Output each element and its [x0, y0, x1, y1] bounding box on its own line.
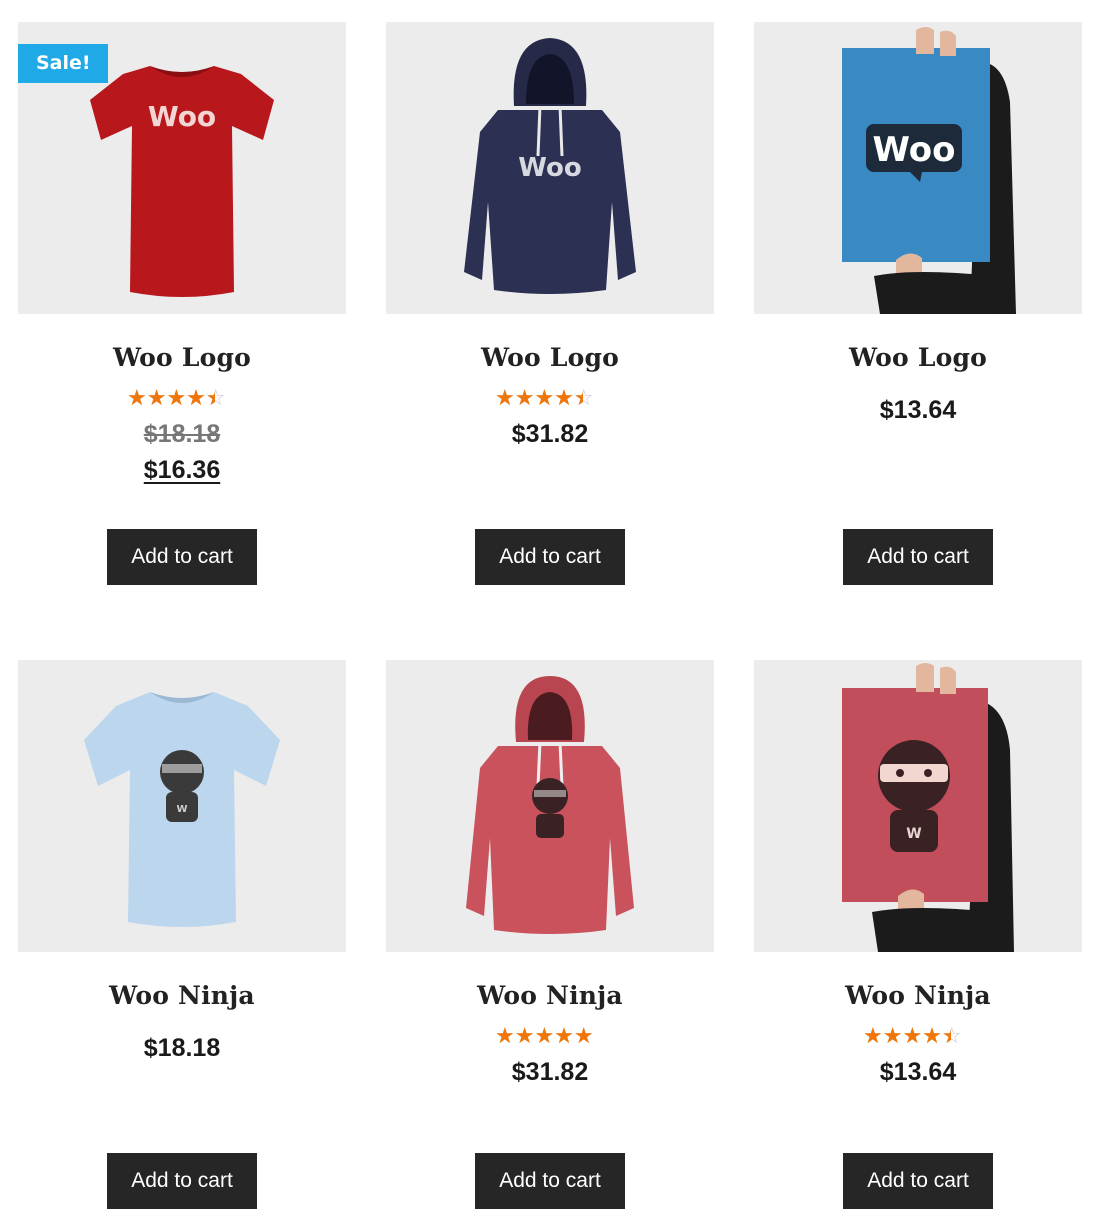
sale-badge: Sale!: [18, 44, 108, 83]
product-image[interactable]: W: [18, 660, 346, 952]
product-image[interactable]: W: [754, 660, 1082, 952]
svg-text:Woo: Woo: [518, 153, 581, 183]
star-rating: ☆☆☆☆☆ ★★★★★: [863, 1023, 962, 1048]
add-to-cart-button[interactable]: Add to cart: [475, 1153, 625, 1209]
add-to-cart-button[interactable]: Add to cart: [843, 529, 993, 585]
svg-text:Woo: Woo: [872, 130, 955, 170]
original-price: $18.18: [143, 420, 221, 448]
product-title[interactable]: Woo Ninja: [754, 980, 1082, 1012]
price: $31.82: [511, 1058, 589, 1086]
product-title[interactable]: Woo Ninja: [18, 980, 346, 1012]
product-image[interactable]: [386, 660, 714, 952]
price: $13.64: [879, 396, 957, 424]
product-card: Woo Woo Logo ☆☆☆☆☆ ★★★★★ $31.82 Add to c…: [386, 22, 714, 592]
product-card: Sale! Woo Woo Logo ☆☆☆☆☆ ★★★★★ $18.18 $1…: [18, 22, 346, 592]
product-card: Woo Woo Logo $13.64 Add to cart: [754, 22, 1082, 592]
product-image[interactable]: Woo: [754, 22, 1082, 314]
product-card: Woo Ninja ☆☆☆☆☆ ★★★★★ $31.82 Add to cart: [386, 660, 714, 1223]
red-poster-image: W: [842, 663, 1014, 952]
star-rating: ☆☆☆☆☆ ★★★★★: [495, 385, 594, 410]
star-rating: ☆☆☆☆☆ ★★★★★: [495, 1023, 594, 1048]
price: $13.64: [879, 1058, 957, 1086]
red-hoodie-image: [466, 676, 634, 934]
star-rating: ☆☆☆☆☆ ★★★★★: [127, 385, 226, 410]
svg-text:Woo: Woo: [148, 100, 216, 133]
product-title[interactable]: Woo Ninja: [386, 980, 714, 1012]
product-image[interactable]: Woo: [386, 22, 714, 314]
add-to-cart-button[interactable]: Add to cart: [107, 1153, 257, 1209]
product-card: W Woo Ninja ☆☆☆☆☆ ★★★★★ $13.64 Add to ca…: [754, 660, 1082, 1223]
navy-hoodie-image: Woo: [464, 38, 636, 294]
product-title[interactable]: Woo Logo: [18, 342, 346, 374]
price: $18.18: [143, 1034, 221, 1062]
sale-price: $16.36: [143, 456, 221, 484]
product-grid: Sale! Woo Woo Logo ☆☆☆☆☆ ★★★★★ $18.18 $1…: [18, 22, 1082, 1209]
blue-poster-image: Woo: [842, 27, 1016, 314]
add-to-cart-button[interactable]: Add to cart: [843, 1153, 993, 1209]
product-title[interactable]: Woo Logo: [386, 342, 714, 374]
product-title[interactable]: Woo Logo: [754, 342, 1082, 374]
light-blue-tshirt-image: W: [84, 692, 280, 927]
add-to-cart-button[interactable]: Add to cart: [475, 529, 625, 585]
product-card: W Woo Ninja $18.18 Add to cart: [18, 660, 346, 1223]
svg-text:W: W: [176, 804, 187, 815]
svg-text:W: W: [906, 826, 921, 842]
price: $31.82: [511, 420, 589, 448]
add-to-cart-button[interactable]: Add to cart: [107, 529, 257, 585]
product-image[interactable]: Sale! Woo: [18, 22, 346, 314]
